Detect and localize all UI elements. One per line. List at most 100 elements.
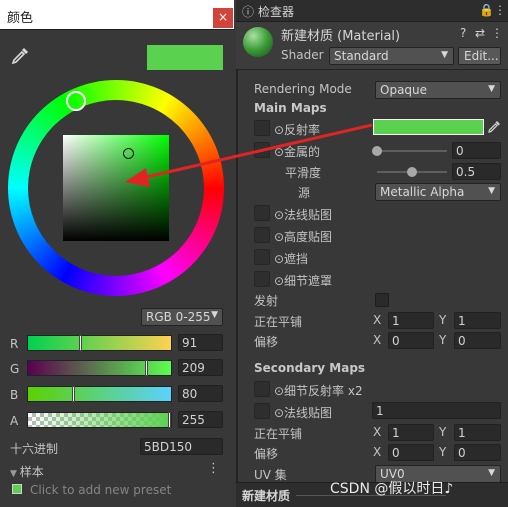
albedo-color-field[interactable] (373, 119, 484, 135)
channel-r-label: R (10, 337, 19, 351)
inspector-tab[interactable]: ⓘ 检查器 🔒 ⋮ (236, 0, 508, 22)
preset-settings-icon[interactable]: ⇄ (475, 26, 485, 40)
main-offset-y-field[interactable]: 0 (454, 332, 501, 349)
albedo-texture-slot[interactable] (254, 120, 270, 136)
presets-label: 样本 (19, 465, 44, 479)
offset-label: 偏移 (254, 335, 279, 349)
rendering-mode-label: Rendering Mode (254, 82, 352, 96)
detail-mask-label: ⊙细节遮罩 (274, 274, 333, 288)
shader-dropdown[interactable]: Standard ▼ (329, 47, 454, 65)
help-icon[interactable]: ? (460, 26, 466, 40)
saturation-value-handle[interactable] (123, 148, 134, 159)
slider-handle[interactable] (79, 335, 82, 351)
main-offset-x-field[interactable]: 0 (388, 332, 434, 349)
secondary-offset-x-field[interactable]: 0 (388, 444, 434, 461)
main-tiling-y-field[interactable]: 1 (454, 312, 501, 329)
metallic-slider[interactable] (377, 150, 447, 152)
info-icon: ⓘ (242, 5, 255, 19)
preset-swatch[interactable] (12, 484, 22, 494)
source-dropdown[interactable]: Metallic Alpha ▼ (375, 183, 501, 201)
uv-set-label: UV 集 (254, 468, 287, 482)
slider-handle[interactable] (372, 146, 382, 156)
channel-b-label: B (10, 388, 19, 402)
smoothness-field[interactable]: 0.5 (452, 163, 501, 180)
secondary-tiling-x-field[interactable]: 1 (388, 424, 434, 441)
rendering-mode-value: Opaque (380, 83, 428, 97)
chevron-down-icon: ▼ (488, 84, 495, 94)
chevron-down-icon: ▼ (488, 468, 495, 478)
source-label: 源 (298, 186, 311, 200)
height-map-label: ⊙高度贴图 (274, 230, 333, 244)
channel-r-slider[interactable] (27, 335, 172, 351)
y-label: Y (439, 333, 447, 347)
more-options-icon[interactable]: ⋮ (494, 3, 506, 17)
material-preview-sphere (243, 27, 273, 57)
metallic-label: ⊙金属的 (274, 145, 321, 159)
color-mode-dropdown[interactable]: RGB 0-255 ▼ (141, 308, 223, 326)
detail-normal-scale-field[interactable]: 1 (372, 402, 501, 419)
offset-label: 偏移 (254, 447, 279, 461)
source-value: Metallic Alpha (380, 185, 465, 199)
channel-r-field[interactable]: 91 (178, 334, 223, 351)
material-name: 新建材质 (Material) (281, 29, 401, 44)
secondary-maps-heading: Secondary Maps (254, 361, 366, 375)
more-options-icon[interactable]: ⋮ (207, 461, 220, 476)
main-maps-heading: Main Maps (254, 101, 327, 115)
metallic-texture-slot[interactable] (254, 142, 270, 158)
edit-shader-button[interactable]: Edit... (458, 47, 501, 65)
smoothness-label: 平滑度 (285, 166, 322, 180)
eyedropper-icon[interactable] (10, 46, 30, 66)
emission-checkbox[interactable] (375, 293, 389, 307)
secondary-tiling-y-field[interactable]: 1 (454, 424, 501, 441)
channel-g-slider[interactable] (27, 360, 172, 376)
presets-hint: Click to add new preset (30, 483, 172, 497)
foldout-arrow-icon: ▼ (10, 469, 20, 479)
channel-g-label: G (10, 362, 20, 376)
current-color-swatch (147, 45, 223, 70)
detail-normal-texture-slot[interactable] (254, 403, 270, 419)
shader-label: Shader (281, 48, 324, 62)
occlusion-texture-slot[interactable] (254, 249, 270, 265)
slider-handle[interactable] (168, 412, 171, 428)
hue-handle[interactable] (66, 91, 86, 111)
channel-a-label: A (10, 414, 19, 428)
y-label: Y (439, 445, 447, 459)
y-label: Y (439, 425, 447, 439)
channel-b-slider[interactable] (27, 386, 172, 402)
slider-handle[interactable] (407, 167, 417, 177)
detail-albedo-texture-slot[interactable] (254, 381, 270, 397)
watermark: CSDN @假以时日♪ (330, 481, 454, 497)
channel-a-slider[interactable] (27, 412, 172, 428)
normal-map-texture-slot[interactable] (254, 205, 270, 221)
chevron-down-icon: ▼ (211, 310, 218, 320)
saturation-value-square[interactable] (63, 135, 169, 241)
color-mode-value: RGB 0-255 (146, 310, 211, 324)
secondary-offset-y-field[interactable]: 0 (454, 444, 501, 461)
channel-a-field[interactable]: 255 (178, 411, 223, 428)
x-label: X (373, 313, 382, 327)
lock-icon[interactable]: 🔒 (479, 3, 494, 17)
footer-title: 新建材质 (242, 489, 291, 503)
color-picker-titlebar[interactable]: 颜色 × (0, 0, 234, 30)
slider-handle[interactable] (145, 360, 148, 376)
close-button[interactable]: × (213, 8, 233, 28)
shader-value: Standard (334, 49, 389, 63)
emission-label: 发射 (254, 294, 279, 308)
height-map-texture-slot[interactable] (254, 227, 270, 243)
channel-g-field[interactable]: 209 (178, 359, 223, 376)
detail-normal-label: ⊙法线贴图 (274, 406, 333, 420)
eyedropper-icon[interactable] (486, 119, 502, 135)
channel-b-field[interactable]: 80 (178, 385, 223, 402)
inspector-tab-title: 检查器 (258, 5, 295, 19)
detail-albedo-label: ⊙细节反射率 x2 (274, 384, 363, 398)
metallic-field[interactable]: 0 (452, 142, 501, 159)
main-tiling-x-field[interactable]: 1 (388, 312, 434, 329)
rendering-mode-dropdown[interactable]: Opaque ▼ (375, 81, 501, 99)
tiling-label: 正在平铺 (254, 427, 303, 441)
slider-handle[interactable] (72, 386, 75, 402)
x-label: X (373, 445, 382, 459)
hex-field[interactable]: 5BD150 (140, 438, 223, 455)
more-options-icon[interactable]: ⋮ (491, 26, 503, 40)
presets-foldout[interactable]: ▼ 样本 (10, 463, 44, 480)
detail-mask-texture-slot[interactable] (254, 271, 270, 287)
